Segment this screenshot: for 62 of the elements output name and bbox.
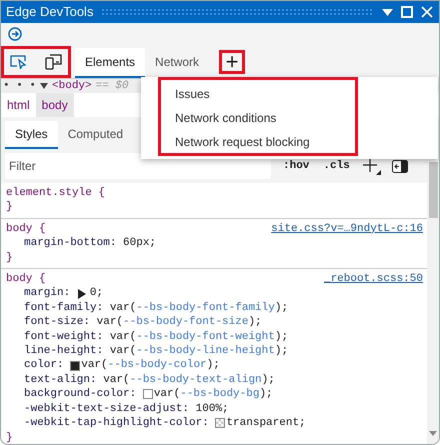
source-link[interactable]: site.css?v=…9ndytL-c:16: [271, 222, 423, 236]
css-property: -webkit-text-size-adjust:: [24, 402, 190, 416]
scrollbar-thumb[interactable]: [428, 162, 438, 218]
css-property: line-height:: [24, 344, 104, 358]
css-property: -webkit-tap-highlight-color:: [24, 416, 210, 430]
css-property: margin:: [24, 286, 72, 301]
dom-node-text: <body>: [52, 78, 92, 94]
css-property: font-family:: [24, 300, 104, 316]
sidebar-toggle-icon[interactable]: [392, 160, 408, 172]
css-selector: body {: [6, 222, 46, 236]
inspect-icon[interactable]: [10, 54, 27, 69]
css-property: font-size:: [24, 315, 92, 330]
closing-brace: }: [6, 201, 13, 214]
css-property: font-weight:: [24, 330, 104, 344]
panel-tab[interactable]: Elements: [75, 48, 146, 78]
closing-brace: }: [6, 252, 13, 264]
css-value: 60px;: [123, 236, 156, 251]
css-selector: element.style {: [6, 186, 106, 200]
class-toggle[interactable]: .cls: [321, 158, 352, 174]
css-value: 100%;: [196, 402, 229, 416]
sidebar-tab[interactable]: Styles: [5, 121, 58, 149]
css-property: color:: [24, 358, 65, 373]
sidebar-tab[interactable]: Computed: [58, 121, 134, 149]
add-rule-icon[interactable]: [362, 157, 382, 175]
dropdown-icon[interactable]: [382, 8, 393, 16]
panel-tab[interactable]: Network: [145, 48, 210, 78]
node-reference: == $0: [96, 78, 129, 94]
css-property: margin-bottom:: [24, 236, 118, 251]
ellipsis-text: • • •: [3, 78, 36, 94]
css-value: var(--bs-body-font-weight);: [110, 330, 288, 344]
source-link[interactable]: _reboot.scss:50: [324, 272, 423, 286]
menu-item[interactable]: Network conditions: [158, 106, 358, 130]
css-value: 0;: [90, 286, 104, 301]
scrollbar[interactable]: [427, 149, 439, 444]
expand-triangle-icon[interactable]: [76, 288, 86, 299]
css-property: text-align:: [24, 372, 98, 388]
arrow-circle-icon[interactable]: [8, 27, 22, 41]
color-swatch[interactable]: [142, 389, 153, 400]
add-tab-button[interactable]: +: [219, 50, 246, 74]
maximize-icon[interactable]: [401, 6, 413, 18]
color-swatch[interactable]: [70, 360, 80, 371]
css-selector: body {: [6, 272, 46, 286]
css-value: var(--bs-body-line-height);: [110, 344, 288, 358]
menu-item[interactable]: Issues: [158, 82, 358, 106]
close-icon[interactable]: [421, 6, 433, 18]
breadcrumb[interactable]: body: [36, 93, 74, 117]
window-title: Edge DevTools: [6, 3, 94, 22]
css-value: var(--bs-body-bg);: [154, 387, 273, 402]
expand-triangle-icon[interactable]: [40, 83, 48, 89]
breadcrumb[interactable]: html: [1, 93, 36, 117]
css-property: background-color:: [24, 387, 138, 402]
scroll-down-icon[interactable]: [429, 431, 437, 436]
css-value: transparent;: [226, 416, 306, 430]
menu-item[interactable]: Network request blocking: [158, 130, 358, 154]
closing-brace: }: [6, 432, 13, 444]
css-value: var(--bs-body-color);: [81, 358, 220, 373]
device-icon[interactable]: [45, 54, 62, 70]
css-value: var(--bs-body-font-family);: [110, 300, 288, 316]
css-value: var(--bs-body-font-size);: [96, 315, 262, 330]
transparent-swatch[interactable]: [215, 418, 226, 428]
css-value: var(--bs-body-text-align);: [103, 372, 275, 388]
hover-toggle[interactable]: :hov: [281, 158, 312, 174]
